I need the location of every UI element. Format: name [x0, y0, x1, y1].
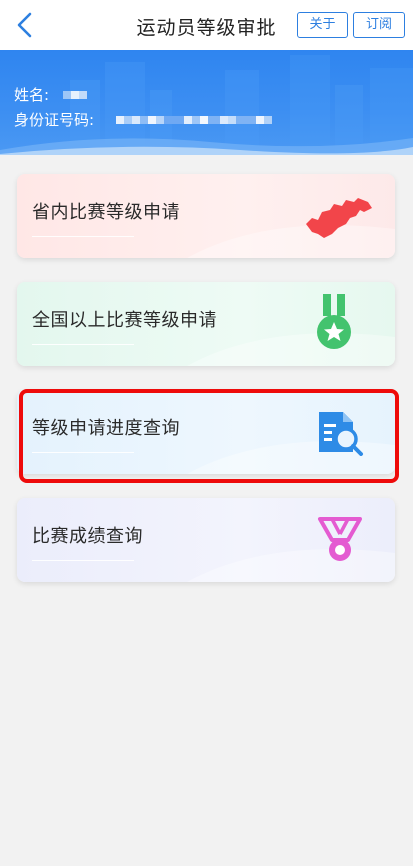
menu-card-province-application[interactable]: 省内比赛等级申请: [17, 174, 395, 258]
about-button[interactable]: 关于: [297, 12, 348, 38]
back-button[interactable]: [8, 8, 42, 42]
menu-card-results-query[interactable]: 比赛成绩查询: [17, 498, 395, 582]
user-info-banner: 姓名: 身份证号码:: [0, 50, 413, 155]
medal-star-icon: [317, 294, 351, 349]
redacted-name: [63, 90, 88, 99]
province-map-icon: [306, 198, 372, 238]
page-title: 运动员等级审批: [136, 17, 277, 39]
card-underline: [32, 452, 134, 453]
menu-card-label: 省内比赛等级申请: [32, 202, 180, 223]
top-nav-bar: 运动员等级审批 关于 订阅: [0, 0, 413, 50]
menu-card-label: 全国以上比赛等级申请: [32, 310, 217, 331]
card-underline: [32, 236, 134, 237]
card-underline: [32, 560, 134, 561]
chevron-left-icon: [17, 12, 32, 38]
menu-card-label: 比赛成绩查询: [32, 526, 143, 547]
card-underline: [32, 344, 134, 345]
name-label: 姓名:: [14, 86, 50, 104]
ribbon-medal-icon: [318, 517, 362, 561]
user-name-row: 姓名:: [14, 84, 88, 105]
menu-card-label: 等级申请进度查询: [32, 418, 180, 439]
menu-card-national-application[interactable]: 全国以上比赛等级申请: [17, 282, 395, 366]
document-search-icon: [319, 412, 363, 456]
id-label: 身份证号码:: [14, 111, 95, 129]
user-id-row: 身份证号码:: [14, 109, 273, 130]
menu-card-progress-query[interactable]: 等级申请进度查询: [17, 390, 395, 474]
subscribe-button[interactable]: 订阅: [353, 12, 405, 38]
redacted-id-number: [116, 115, 273, 124]
